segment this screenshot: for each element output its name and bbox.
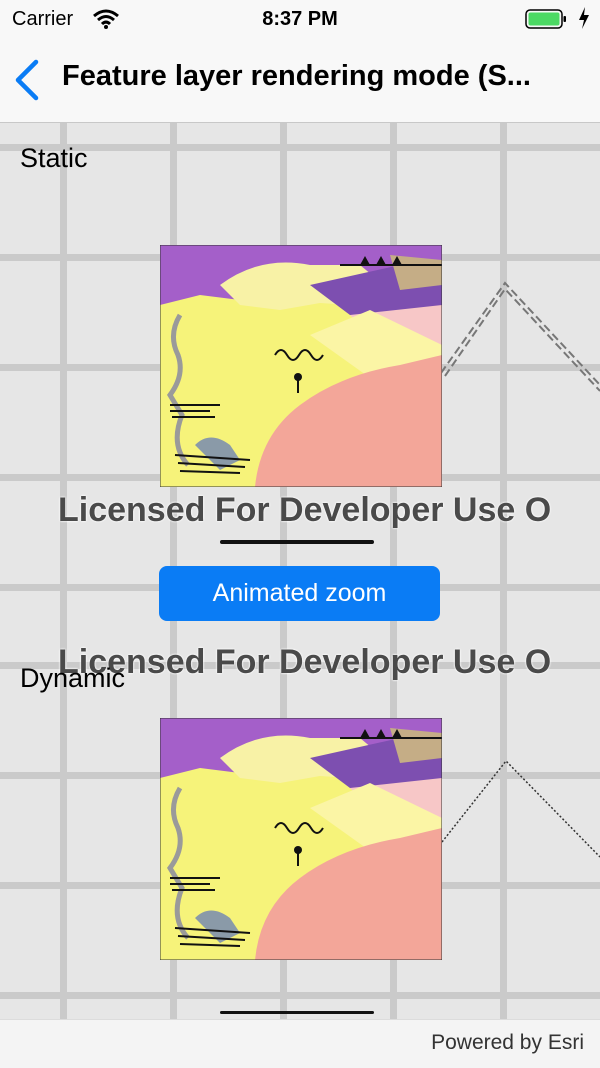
navigation-bar: Feature layer rendering mode (S... — [0, 40, 600, 123]
dashed-line-feature — [440, 281, 600, 392]
page-title: Feature layer rendering mode (S... — [62, 60, 531, 92]
status-time: 8:37 PM — [262, 8, 338, 30]
back-button[interactable] — [10, 56, 50, 104]
geology-map-image — [160, 718, 442, 960]
animated-zoom-button[interactable]: Animated zoom — [159, 566, 440, 621]
scale-bar — [220, 540, 374, 544]
dynamic-map-label: Dynamic — [20, 663, 126, 693]
dashed-line-feature — [441, 759, 600, 858]
chevron-left-icon — [15, 59, 39, 101]
status-bar: Carrier 8:37 PM — [0, 0, 600, 40]
battery-icon — [525, 9, 566, 29]
static-map-view[interactable]: Static Licensed For Developer Use O — [0, 123, 600, 631]
static-map-label: Static — [20, 143, 88, 173]
developer-license-watermark: Licensed For Developer Use O — [58, 491, 552, 529]
developer-license-watermark: Licensed For Developer Use O — [58, 643, 552, 681]
dynamic-map-view[interactable]: Licensed For Developer Use O Dynamic — [0, 631, 600, 1019]
bolt-icon — [579, 7, 589, 29]
attribution-bar: Powered by Esri — [0, 1019, 600, 1068]
attribution-text[interactable]: Powered by Esri — [431, 1031, 584, 1055]
scale-bar — [220, 1011, 374, 1014]
geology-map-image — [160, 245, 442, 487]
